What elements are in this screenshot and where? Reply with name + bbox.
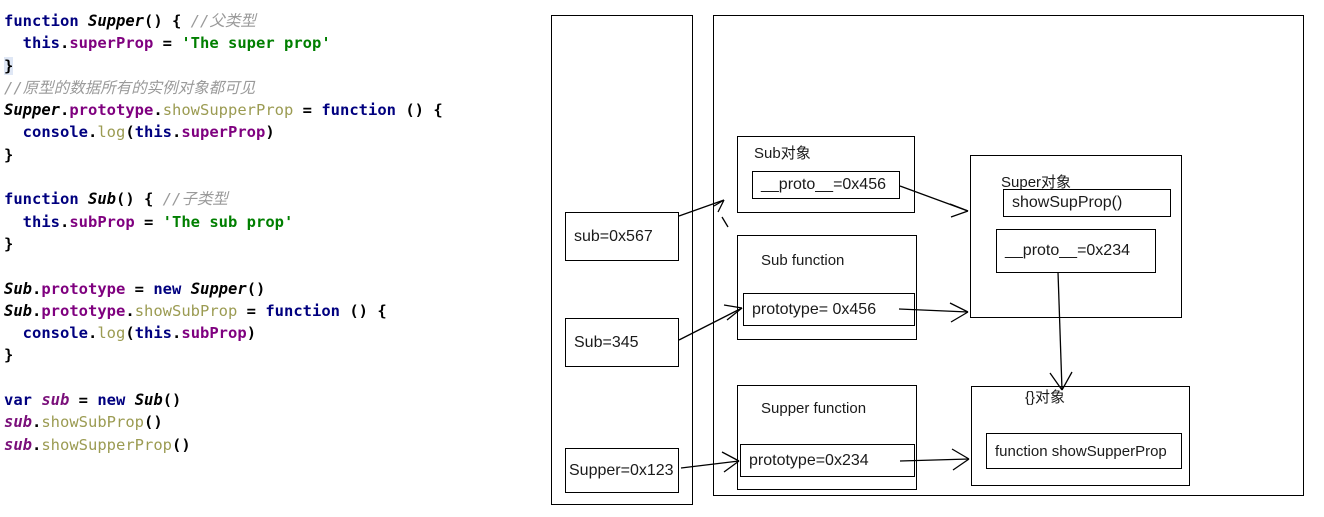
stack-entry-supper-fn-pointer: Supper=0x123	[565, 448, 679, 493]
node-supper-function-title: Supper function	[761, 400, 867, 417]
node-sub-object-title: Sub对象	[754, 145, 811, 162]
stack-entry-sub-pointer: sub=0x567	[565, 212, 679, 261]
node-sub-object-slot-proto: __proto__=0x456	[752, 171, 900, 199]
node-sub-function-slot-prototype: prototype= 0x456	[743, 293, 915, 326]
node-super-object-slot-proto: __proto__=0x234	[996, 229, 1156, 273]
node-sub-function-title: Sub function	[761, 252, 845, 269]
stack-entry-sub-fn-pointer: Sub=345	[565, 318, 679, 367]
node-supper-function-slot-prototype: prototype=0x234	[740, 444, 915, 477]
node-empty-object-slot-function: function showSupperProp	[986, 433, 1182, 469]
node-super-object-slot-showsupprop: showSupProp()	[1003, 189, 1171, 217]
memory-model-diagram: sub=0x567 Sub=345 Supper=0x123 Sub对象 __p…	[0, 0, 1324, 517]
node-empty-object-title: {}对象	[1025, 389, 1066, 406]
